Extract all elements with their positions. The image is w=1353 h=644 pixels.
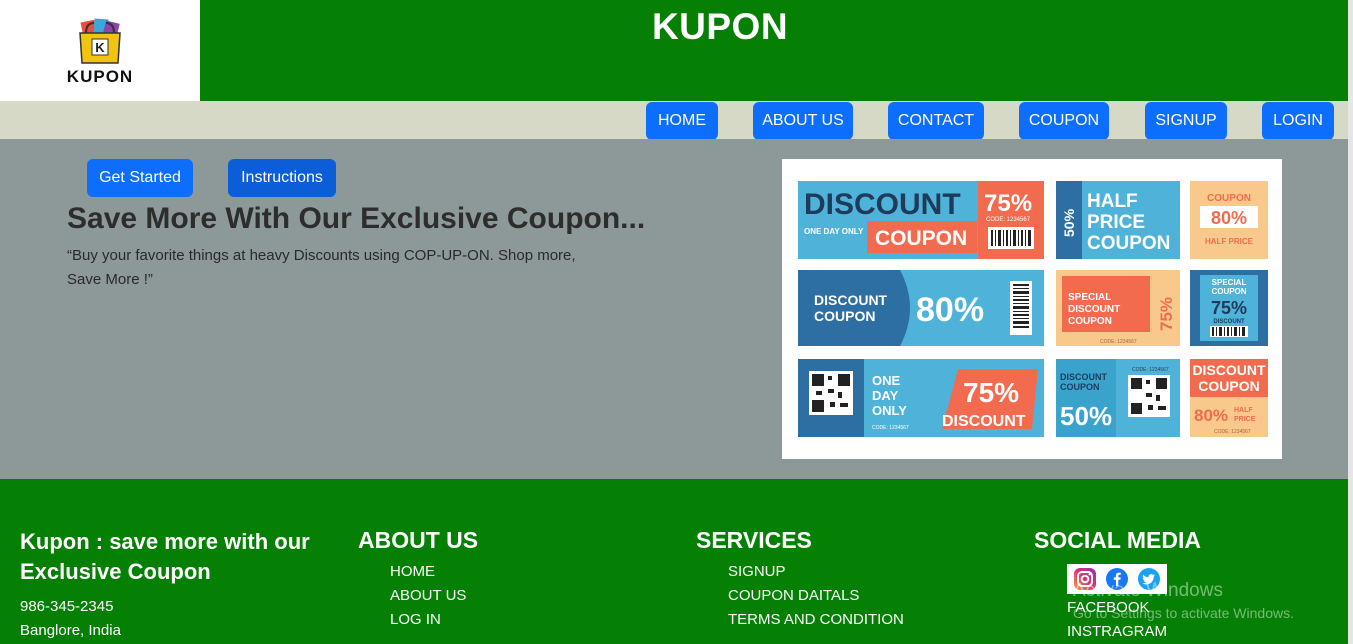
coupon-image: DISCOUNT ONE DAY ONLY COUPON 75% CODE: 1… <box>782 159 1282 459</box>
footer-link-facebook[interactable]: FACEBOOK <box>1067 596 1167 620</box>
coupon-card-4: DISCOUNT COUPON 80% <box>798 270 1044 346</box>
footer-brand: Kupon : save more with our Exclusive Cou… <box>20 529 310 584</box>
footer-link-log-in[interactable]: LOG IN <box>390 608 478 632</box>
hero-section: Get Started Instructions Save More With … <box>0 139 1353 479</box>
coupon-8-code: CODE: 1234567 <box>1132 367 1169 373</box>
nav-about-us-button[interactable]: ABOUT US <box>753 102 853 140</box>
footer-services-column: SERVICES SIGNUP COUPON DAITALS TERMS AND… <box>696 527 904 632</box>
coupon-9-half2: PRICE <box>1234 416 1256 423</box>
footer-link-coupon-details[interactable]: COUPON DAITALS <box>728 584 904 608</box>
footer-about-heading: ABOUT US <box>358 527 479 553</box>
footer-link-instagram[interactable]: INSTRAGRAM <box>1067 620 1167 644</box>
coupon-9-pct: 80% <box>1194 406 1228 425</box>
coupon-1-pct: 75% <box>984 190 1032 217</box>
coupon-1-big: DISCOUNT <box>804 188 961 221</box>
footer-phone: 986-345-2345 <box>20 598 114 615</box>
coupon-card-8: DISCOUNT COUPON 50% CODE: 1234567 <box>1056 359 1180 437</box>
nav-signup-button[interactable]: SIGNUP <box>1145 102 1227 140</box>
coupon-1-code: CODE: 1234567 <box>986 217 1031 223</box>
footer-link-signup[interactable]: SIGNUP <box>728 560 904 584</box>
coupon-4-line2: COUPON <box>814 308 875 324</box>
vertical-scrollbar[interactable] <box>1348 0 1353 644</box>
coupon-4-line1: DISCOUNT <box>814 292 888 308</box>
coupon-card-5: SPECIAL DISCOUNT COUPON 75% CODE: 123456… <box>1056 270 1180 346</box>
coupon-1-word: COUPON <box>875 227 967 250</box>
coupon-5-line2: DISCOUNT <box>1068 304 1120 315</box>
coupon-9-half1: HALF <box>1234 407 1253 414</box>
nav-bar: HOME ABOUT US CONTACT COUPON SIGNUP LOGI… <box>0 101 1353 140</box>
coupon-9-code: CODE: 1234567 <box>1214 429 1251 435</box>
footer-link-terms[interactable]: TERMS AND CONDITION <box>728 608 904 632</box>
coupon-6-line1: SPECIAL <box>1212 278 1247 287</box>
coupon-9-line2: COUPON <box>1198 378 1259 394</box>
hero-text: “Buy your favorite things at heavy Disco… <box>67 247 576 288</box>
logo-text: KUPON <box>66 66 134 86</box>
coupon-6-bottom: DISCOUNT <box>1213 319 1245 325</box>
coupon-card-6: SPECIAL COUPON 75% DISCOUNT <box>1190 270 1268 346</box>
coupon-2-line1: HALF <box>1087 191 1138 212</box>
footer-social-heading: SOCIAL MEDIA <box>1034 527 1201 553</box>
footer-brand-column: Kupon : save more with our Exclusive Cou… <box>20 527 330 643</box>
nav-home-button[interactable]: HOME <box>646 102 718 140</box>
coupon-2-line2: PRICE <box>1087 212 1145 233</box>
coupon-card-3: COUPON 80% HALF PRICE <box>1190 181 1268 259</box>
nav-coupon-button[interactable]: COUPON <box>1019 102 1109 140</box>
instructions-button[interactable]: Instructions <box>228 159 336 197</box>
coupon-5-line3: COUPON <box>1068 316 1112 327</box>
site-header: K KUPON KUPON <box>0 0 1353 101</box>
footer-link-about-us[interactable]: ABOUT US <box>390 584 478 608</box>
coupon-7-line2: DAY <box>872 388 899 403</box>
nav-contact-button[interactable]: CONTACT <box>888 102 984 140</box>
coupon-card-7: ONE DAY ONLY 75% DISCOUNT CODE: 1234567 <box>798 359 1044 437</box>
coupon-1-small: ONE DAY ONLY <box>804 227 864 236</box>
coupon-5-pct: 75% <box>1157 297 1176 331</box>
logo[interactable]: K KUPON <box>0 0 200 101</box>
coupon-3-bottom: HALF PRICE <box>1205 237 1254 246</box>
get-started-button[interactable]: Get Started <box>87 159 193 197</box>
hero-heading: Save More With Our Exclusive Coupon... <box>67 202 646 235</box>
coupon-card-1: DISCOUNT ONE DAY ONLY COUPON 75% CODE: 1… <box>798 181 1044 259</box>
footer-location: Banglore, India <box>20 622 121 639</box>
page: K KUPON KUPON HOME ABOUT US CONTACT COUP… <box>0 0 1353 644</box>
coupon-7-line1: ONE <box>872 373 901 388</box>
coupon-card-2: 50% HALF PRICE COUPON <box>1056 181 1180 259</box>
site-title: KUPON <box>651 6 789 47</box>
site-footer: Kupon : save more with our Exclusive Cou… <box>0 479 1353 644</box>
coupon-7-word: DISCOUNT <box>942 413 1026 430</box>
nav-login-button[interactable]: LOGIN <box>1262 102 1334 140</box>
footer-services-heading: SERVICES <box>696 527 812 553</box>
coupon-4-pct: 80% <box>916 291 984 329</box>
footer-social-column: SOCIAL MEDIA <box>1034 527 1201 554</box>
coupon-2-side: 50% <box>1061 208 1077 237</box>
coupon-5-code: CODE: 1234567 <box>1100 339 1137 345</box>
coupon-3-top: COUPON <box>1207 193 1251 204</box>
coupon-8-line1: DISCOUNT <box>1060 372 1108 382</box>
footer-about-column: ABOUT US HOME ABOUT US LOG IN <box>358 527 478 632</box>
shopping-bag-icon: K <box>72 17 128 65</box>
logo-letter: K <box>95 40 105 55</box>
coupon-card-9: DISCOUNT COUPON 80% HALF PRICE CODE: 123… <box>1190 359 1268 437</box>
coupon-9-line1: DISCOUNT <box>1192 362 1266 378</box>
coupon-3-pct: 80% <box>1211 208 1247 228</box>
coupon-7-pct: 75% <box>963 377 1019 408</box>
coupon-7-line3: ONLY <box>872 403 907 418</box>
coupon-7-code: CODE: 1234567 <box>872 425 909 431</box>
coupon-6-pct: 75% <box>1211 298 1247 318</box>
coupon-8-line2: COUPON <box>1060 382 1100 392</box>
coupon-2-line3: COUPON <box>1087 233 1170 254</box>
coupon-8-pct: 50% <box>1060 401 1112 431</box>
footer-link-home[interactable]: HOME <box>390 560 478 584</box>
coupon-6-line2: COUPON <box>1211 287 1246 296</box>
coupon-5-line1: SPECIAL <box>1068 292 1111 303</box>
social-links: FACEBOOK INSTRAGRAM <box>1067 596 1167 644</box>
